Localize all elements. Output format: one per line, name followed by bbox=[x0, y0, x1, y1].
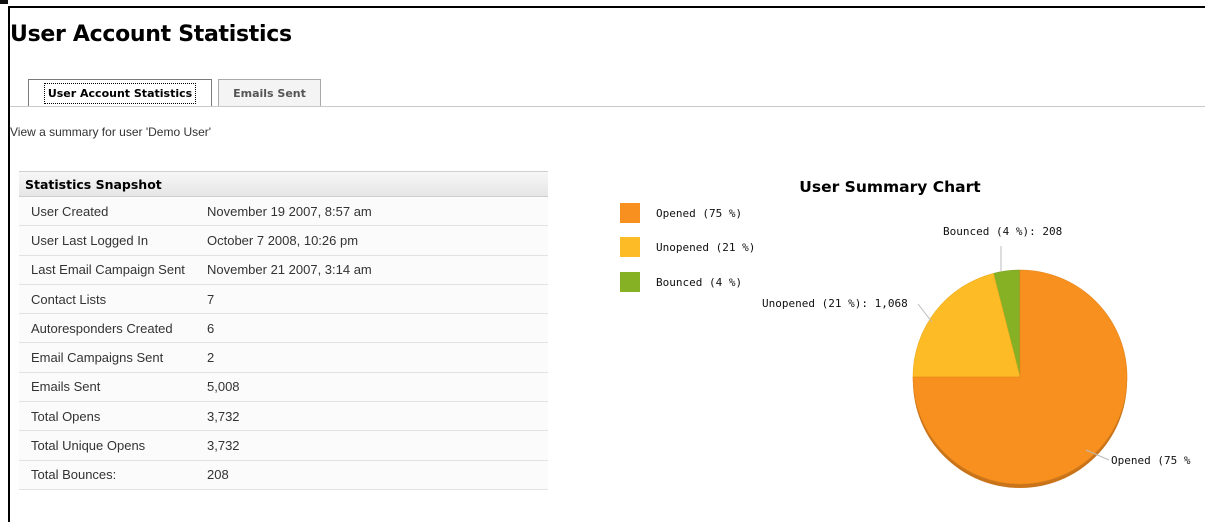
table-row: Contact Lists 7 bbox=[19, 284, 548, 315]
tab-label: Emails Sent bbox=[233, 86, 306, 100]
slice-leader-line bbox=[917, 303, 933, 323]
tab-label: User Account Statistics bbox=[43, 83, 197, 104]
row-label: User Created bbox=[31, 203, 109, 219]
window-corner bbox=[0, 0, 8, 4]
table-row: Email Campaigns Sent 2 bbox=[19, 343, 548, 373]
tab-emails-sent[interactable]: Emails Sent bbox=[218, 79, 321, 106]
row-value: 6 bbox=[207, 320, 215, 336]
tab-divider bbox=[10, 106, 1205, 107]
row-value: 7 bbox=[207, 291, 215, 307]
row-label: Total Opens bbox=[31, 408, 101, 424]
statistics-snapshot-table: Statistics Snapshot User Created November… bbox=[19, 171, 548, 490]
slice-label-unopened: Unopened (21 %): 1,068 bbox=[762, 297, 908, 310]
chart-title: User Summary Chart bbox=[799, 178, 981, 196]
table-row: User Last Logged In October 7 2008, 10:26… bbox=[19, 226, 548, 256]
row-value: November 21 2007, 3:14 am bbox=[207, 262, 372, 278]
table-row: User Created November 19 2007, 8:57 am bbox=[19, 197, 548, 227]
row-value: 5,008 bbox=[207, 379, 240, 395]
row-label: Contact Lists bbox=[31, 291, 107, 307]
table-row: Total Unique Opens 3,732 bbox=[19, 431, 548, 461]
row-label: Total Bounces: bbox=[31, 467, 117, 483]
row-value: 3,732 bbox=[207, 408, 240, 424]
row-value: November 19 2007, 8:57 am bbox=[207, 203, 372, 219]
pie-chart: Bounced (4 %): 208 Unopened (21 %): 1,068… bbox=[762, 225, 1191, 488]
table-row: Last Email Campaign Sent November 21 2007… bbox=[19, 255, 548, 285]
row-label: Email Campaigns Sent bbox=[31, 350, 164, 366]
row-value: October 7 2008, 10:26 pm bbox=[207, 232, 359, 248]
slice-label-bounced: Bounced (4 %): 208 bbox=[943, 225, 1062, 238]
row-value: 2 bbox=[207, 350, 215, 366]
table-row: Emails Sent 5,008 bbox=[19, 372, 548, 403]
row-label: Total Unique Opens bbox=[31, 438, 146, 454]
summary-text: View a summary for user 'Demo User' bbox=[10, 125, 212, 139]
table-row: Total Opens 3,732 bbox=[19, 402, 548, 432]
row-label: Emails Sent bbox=[31, 379, 101, 395]
page-title: User Account Statistics bbox=[10, 22, 292, 47]
slice-label-opened: Opened (75 % bbox=[1111, 454, 1191, 467]
row-label: Last Email Campaign Sent bbox=[31, 262, 185, 278]
row-value: 3,732 bbox=[207, 438, 240, 454]
row-label: Autoresponders Created bbox=[31, 320, 173, 336]
row-value: 208 bbox=[207, 467, 229, 483]
table-row: Total Bounces: 208 bbox=[19, 460, 548, 490]
tab-user-account-statistics[interactable]: User Account Statistics bbox=[28, 79, 212, 107]
table-row: Autoresponders Created 6 bbox=[19, 314, 548, 344]
snapshot-header: Statistics Snapshot bbox=[19, 171, 548, 197]
row-label: User Last Logged In bbox=[31, 232, 149, 248]
